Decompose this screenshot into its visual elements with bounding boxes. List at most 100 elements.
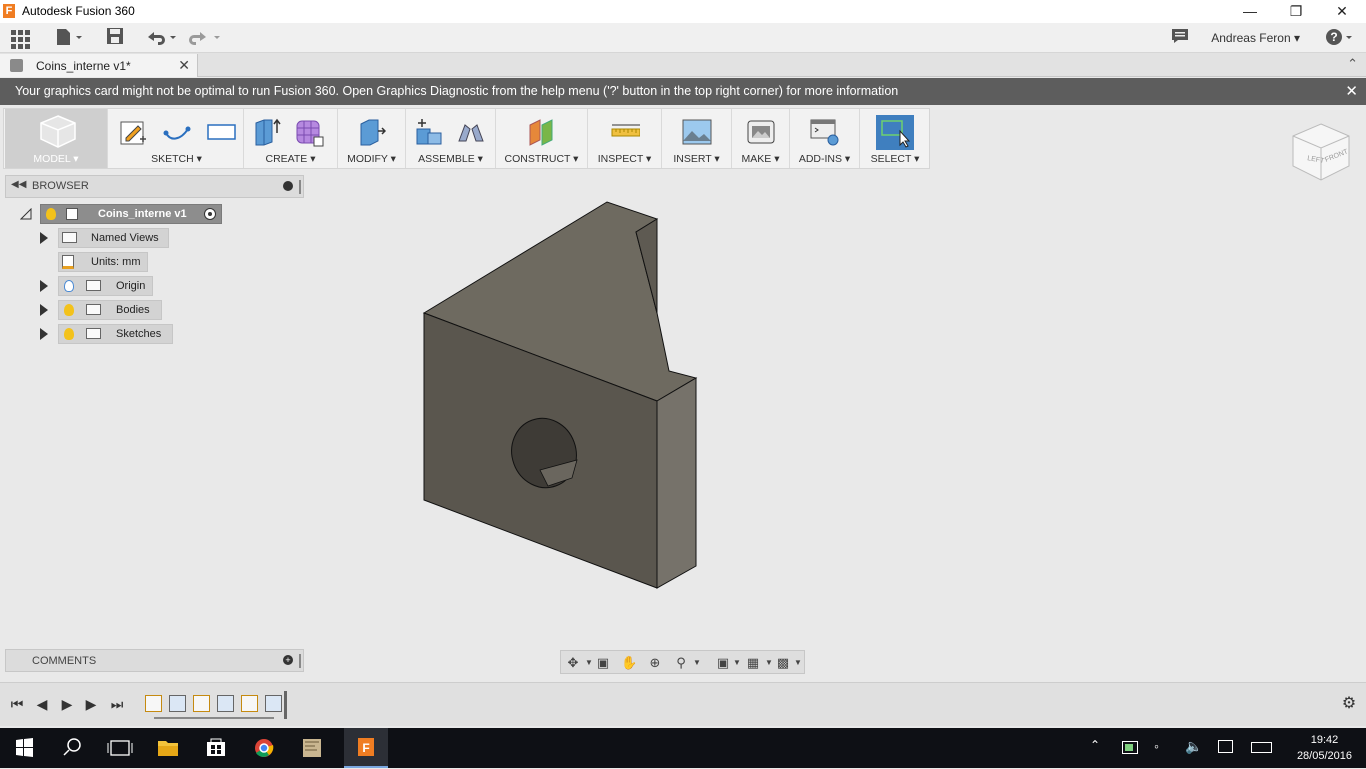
save-icon[interactable] [105, 27, 125, 49]
timeline-extrude-feature-icon[interactable] [169, 695, 186, 712]
folder-icon [62, 232, 77, 243]
keyboard-icon[interactable] [1251, 742, 1272, 753]
make-group[interactable]: MAKE ▾ [732, 109, 790, 168]
timeline-track [154, 717, 274, 719]
close-banner-icon[interactable]: ✕ [1345, 82, 1358, 100]
panel-grip-icon[interactable] [299, 180, 301, 194]
visibility-bulb-off-icon[interactable] [64, 280, 74, 292]
close-tab-icon[interactable]: ✕ [178, 57, 190, 74]
insert-group[interactable]: INSERT ▾ [662, 109, 732, 168]
visibility-bulb-icon[interactable] [64, 328, 74, 340]
viewports-dropdown-icon[interactable]: ▼ [790, 655, 806, 671]
workspace-switcher-model[interactable]: MODEL ▾ [5, 109, 108, 168]
timeline-extrude-feature-icon[interactable] [217, 695, 234, 712]
wifi-icon[interactable]: ◦ [1154, 738, 1159, 754]
expand-triangle-icon[interactable] [40, 328, 48, 340]
orbit-icon[interactable]: ✥ [565, 655, 581, 671]
taskbar-clock[interactable]: 19:42 28/05/2016 [1297, 732, 1352, 764]
zoom-dropdown-icon[interactable]: ▼ [689, 655, 705, 671]
zoom-icon[interactable]: ⊕ [647, 655, 663, 671]
fit-zoom-window-icon[interactable]: ⚲ [673, 655, 689, 671]
timeline-step-icon[interactable]: ▶ [58, 695, 76, 713]
pan-hand-icon[interactable]: ✋ [621, 655, 637, 671]
expand-triangle-icon[interactable] [40, 232, 48, 244]
notifications-icon[interactable] [1170, 27, 1190, 49]
timeline-marker[interactable] [284, 691, 287, 719]
joint-icon [458, 124, 484, 142]
timeline-sketch-feature-icon[interactable] [193, 695, 210, 712]
store-icon[interactable] [192, 728, 240, 768]
add-comment-icon[interactable]: + [283, 655, 293, 665]
fusion-taskbar-button[interactable]: F [344, 728, 388, 768]
sketch-group[interactable]: SKETCH ▾ [110, 109, 244, 168]
display-dropdown-icon[interactable]: ▼ [729, 655, 745, 671]
inspect-group[interactable]: INSPECT ▾ [588, 109, 662, 168]
browser-item-sketches[interactable]: Sketches [38, 324, 178, 344]
model-canvas-body[interactable] [410, 195, 710, 595]
search-icon[interactable] [48, 728, 96, 768]
comments-panel-header[interactable]: COMMENTS + [5, 649, 304, 672]
battery-icon[interactable] [1122, 741, 1138, 754]
browser-root-row[interactable]: Coins_interne v1 [20, 204, 230, 224]
named-views-label: Named Views [91, 232, 159, 244]
redo-icon[interactable] [188, 27, 222, 49]
browser-options-icon[interactable] [283, 181, 293, 191]
construct-group[interactable]: CONSTRUCT ▾ [496, 109, 588, 168]
browser-item-bodies[interactable]: Bodies [38, 300, 168, 320]
file-menu-icon[interactable] [54, 27, 84, 49]
volume-icon[interactable]: 🔈 [1185, 738, 1202, 755]
model-workspace-icon [40, 115, 76, 148]
task-view-icon[interactable] [96, 728, 144, 768]
browser-panel-header[interactable]: ◀◀ BROWSER [5, 175, 304, 198]
select-group[interactable]: SELECT ▾ [860, 109, 930, 168]
utility-app-icon[interactable] [288, 728, 336, 768]
modify-group[interactable]: MODIFY ▾ [338, 109, 406, 168]
data-panel-grid-icon[interactable] [11, 27, 31, 49]
look-at-icon[interactable]: ▣ [595, 655, 611, 671]
browser-item-origin[interactable]: Origin [38, 276, 158, 296]
expand-triangle-icon[interactable] [40, 304, 48, 316]
timeline-extrude-feature-icon[interactable] [265, 695, 282, 712]
start-windows-icon[interactable] [0, 728, 48, 768]
timeline-first-icon[interactable]: ⏮ [8, 695, 26, 713]
timeline-last-icon[interactable]: ⏭ [108, 695, 126, 713]
browser-item-units[interactable]: Units: mm [38, 252, 158, 272]
panel-grip-icon[interactable] [299, 654, 301, 668]
visibility-bulb-icon[interactable] [64, 304, 74, 316]
timeline-previous-icon[interactable]: ◀ [33, 695, 51, 713]
collapse-browser-icon[interactable]: ◀◀ [11, 179, 26, 190]
select-tool-active[interactable] [876, 115, 914, 150]
undo-icon[interactable] [144, 27, 178, 49]
timeline-play-icon[interactable]: ▶ [82, 695, 100, 713]
collapse-chevron-up-icon[interactable]: ⌃ [1347, 56, 1358, 72]
grid-settings-icon[interactable]: ▦ [745, 655, 761, 671]
close-window-button[interactable]: ✕ [1319, 0, 1365, 23]
create-label: CREATE ▾ [265, 153, 316, 165]
activate-radio-icon[interactable] [204, 208, 216, 220]
timeline-sketch-feature-icon[interactable] [145, 695, 162, 712]
minimize-button[interactable]: — [1227, 0, 1273, 23]
select-cursor-icon [881, 120, 911, 148]
timeline-settings-gear-icon[interactable]: ⚙ [1340, 695, 1358, 713]
user-account-menu[interactable]: Andreas Feron ▾ [1211, 31, 1300, 45]
chrome-icon[interactable] [240, 728, 288, 768]
restore-button[interactable]: ❐ [1273, 0, 1319, 23]
timeline-bar: ⏮ ◀ ▶ ▶ ⏭ ⚙ [0, 682, 1366, 726]
assemble-group[interactable]: ASSEMBLE ▾ [406, 109, 496, 168]
component-icon [66, 208, 78, 220]
create-group[interactable]: CREATE ▾ [244, 109, 338, 168]
sketches-label: Sketches [116, 328, 162, 340]
action-center-icon[interactable] [1218, 740, 1233, 753]
timeline-sketch-feature-icon[interactable] [241, 695, 258, 712]
expanded-triangle-icon [20, 208, 32, 220]
visibility-bulb-icon[interactable] [46, 208, 56, 220]
add-ins-group[interactable]: ADD-INS ▾ [790, 109, 860, 168]
viewports-icon[interactable]: ▩ [775, 655, 791, 671]
file-explorer-icon[interactable] [144, 728, 192, 768]
document-tab[interactable]: Coins_interne v1* ✕ [0, 54, 198, 77]
expand-triangle-icon[interactable] [40, 280, 48, 292]
show-hidden-icons-chevron-icon[interactable]: ⌃ [1090, 738, 1100, 752]
help-menu-icon[interactable]: ? [1325, 27, 1355, 49]
browser-item-named-views[interactable]: Named Views [38, 228, 178, 248]
viewcube[interactable]: LEFT FRONT [1290, 122, 1352, 184]
